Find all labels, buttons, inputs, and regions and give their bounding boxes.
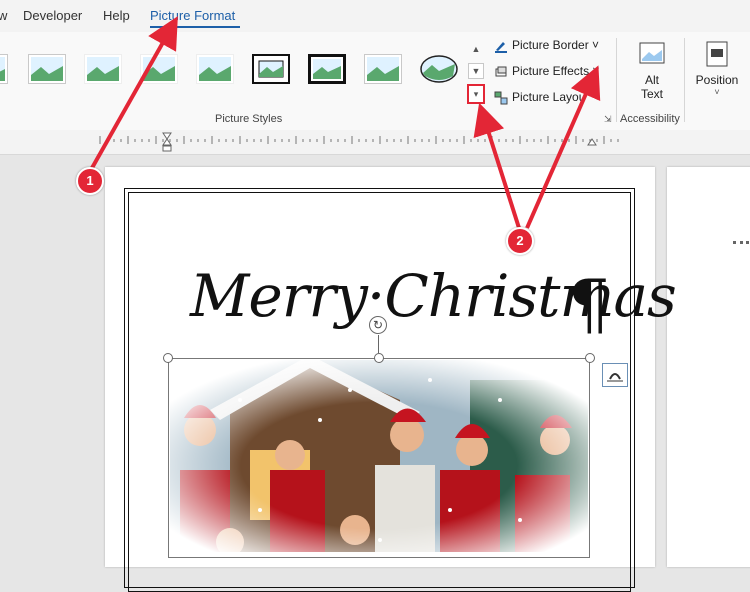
annotation-arrows xyxy=(90,16,601,229)
callout-badge-1: 1 xyxy=(76,167,104,195)
callout-badge-2: 2 xyxy=(506,227,534,255)
